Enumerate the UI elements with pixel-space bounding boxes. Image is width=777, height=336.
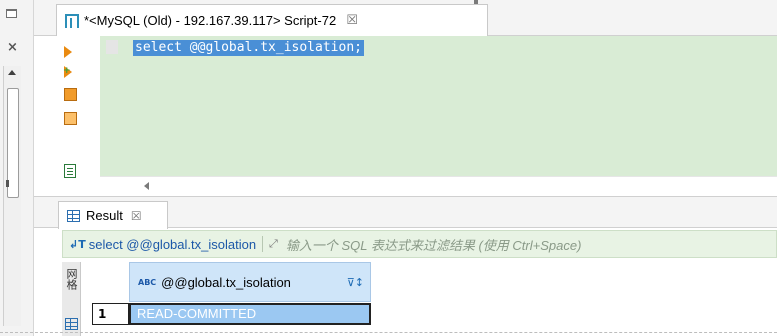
vertical-scrollbar[interactable] xyxy=(3,66,21,326)
left-panel-strip: × xyxy=(0,0,34,336)
execute-script-new-tab-icon[interactable] xyxy=(64,112,77,125)
scroll-left-arrow-icon[interactable] xyxy=(144,182,149,190)
result-grid: ABC @@global.tx_isolation ⊽↕ 1 READ-COMM… xyxy=(84,262,777,336)
explain-plan-icon[interactable] xyxy=(64,164,76,178)
sash-handle[interactable] xyxy=(6,180,9,187)
scroll-up-arrow-icon[interactable] xyxy=(8,70,16,75)
grid-icon xyxy=(65,318,78,330)
tab-close-icon[interactable]: ☒ xyxy=(346,13,358,28)
sql-code-line[interactable]: select @@global.tx_isolation; xyxy=(133,40,364,56)
execute-statement-icon[interactable] xyxy=(64,46,78,60)
column-filter-sort-icon[interactable]: ⊽↕ xyxy=(347,276,364,289)
execute-in-new-tab-icon[interactable] xyxy=(63,66,78,80)
editor-toolbar-gutter xyxy=(34,36,100,196)
result-tab-label: Result xyxy=(86,208,123,223)
line-marker xyxy=(106,40,118,54)
sql-script-icon xyxy=(65,13,79,28)
close-icon[interactable]: × xyxy=(7,40,18,55)
tab-title: *<MySQL (Old) - 192.167.39.117> Script-7… xyxy=(84,13,337,28)
result-tab-close-icon[interactable]: ☒ xyxy=(131,209,142,223)
result-filter-bar: ↲T select @@global.tx_isolation ⤢ 输入一个 S… xyxy=(62,230,777,258)
horizontal-scrollbar[interactable] xyxy=(100,176,777,196)
minimize-icon[interactable] xyxy=(6,9,17,18)
column-header-label: @@global.tx_isolation xyxy=(161,274,291,290)
query-icon: ↲T xyxy=(69,237,86,251)
filter-query-text[interactable]: select @@global.tx_isolation xyxy=(89,237,256,252)
side-tab-label: 网格 xyxy=(65,268,78,290)
divider xyxy=(262,236,264,252)
sql-editor[interactable]: select @@global.tx_isolation; xyxy=(100,36,777,176)
result-tab-bar: Result ☒ xyxy=(34,196,777,229)
grid-view-side-tab[interactable]: 网格 xyxy=(62,262,81,336)
grid-corner xyxy=(84,262,128,302)
column-header[interactable]: ABC @@global.tx_isolation ⊽↕ xyxy=(129,262,371,302)
expand-icon[interactable]: ⤢ xyxy=(269,237,278,251)
filter-input[interactable]: 输入一个 SQL 表达式来过滤结果 (使用 Ctrl+Space) xyxy=(286,235,582,254)
bottom-border xyxy=(0,332,777,333)
string-type-icon: ABC xyxy=(138,277,157,287)
editor-tab-bar: *<MySQL (Old) - 192.167.39.117> Script-7… xyxy=(34,0,777,36)
tab-result[interactable]: Result ☒ xyxy=(58,201,168,229)
execute-script-icon[interactable] xyxy=(64,88,77,101)
tab-script-72[interactable]: *<MySQL (Old) - 192.167.39.117> Script-7… xyxy=(56,4,488,36)
row-number[interactable]: 1 xyxy=(92,303,129,325)
grid-icon xyxy=(67,209,80,222)
table-cell[interactable]: READ-COMMITTED xyxy=(129,303,371,325)
tab-edge-marker xyxy=(474,0,478,4)
